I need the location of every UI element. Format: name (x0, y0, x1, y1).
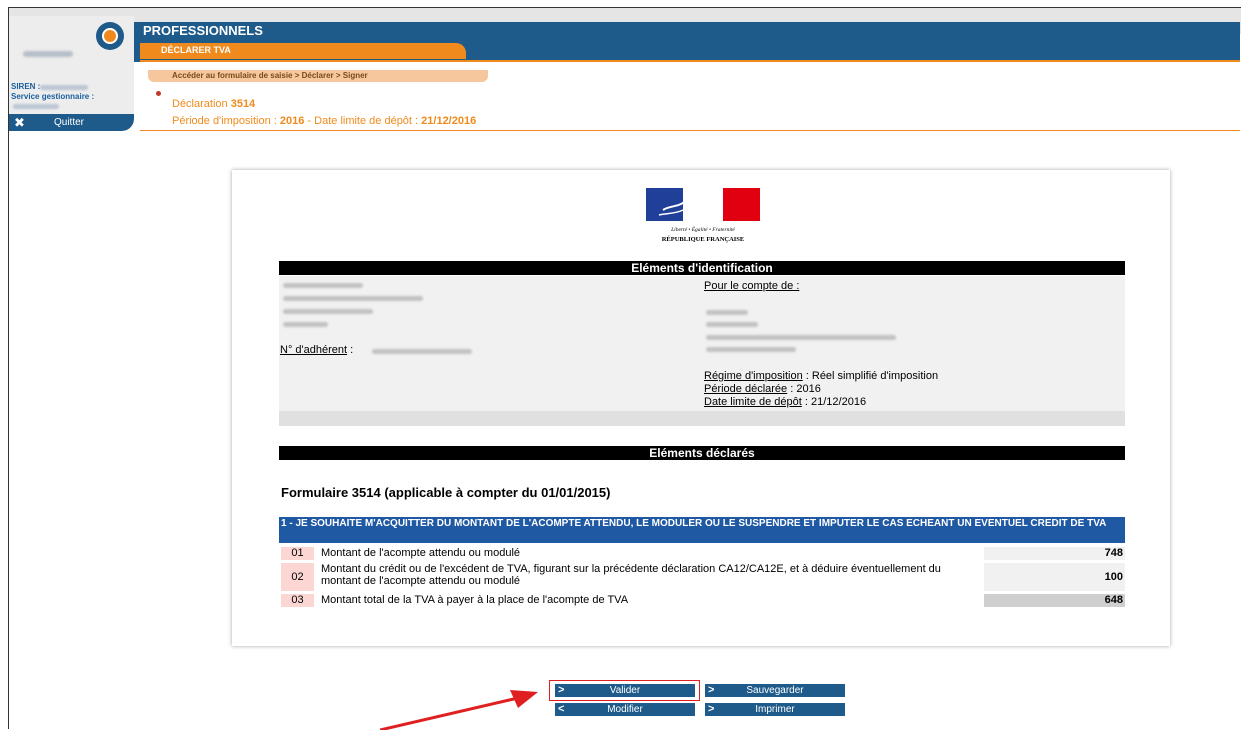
row-02-value: 100 (984, 563, 1125, 591)
row-03-label: Montant total de la TVA à payer à la pla… (321, 594, 629, 606)
republique-francaise-logo-icon: Liberté • Égalité • Fraternité RÉPUBLIQU… (646, 188, 760, 243)
taxpayer-city-redacted (283, 322, 328, 327)
declaration-title: Déclaration 3514 (172, 98, 256, 110)
service-label: Service gestionnaire : (11, 92, 95, 101)
sauvegarder-button[interactable]: > Sauvegarder (705, 684, 845, 697)
portal-logo-icon (96, 22, 124, 50)
app-title: PROFESSIONNELS (143, 23, 263, 38)
taxpayer-address-line1-redacted (283, 296, 423, 301)
regime-field: Régime d'imposition : Réel simplifié d'i… (704, 370, 939, 382)
svg-text:Liberté • Égalité • Fraternité: Liberté • Égalité • Fraternité (670, 225, 735, 233)
form-title: Formulaire 3514 (applicable à compter du… (281, 485, 611, 500)
user-name-redacted (23, 51, 73, 57)
breadcrumb-text: Accéder au formulaire de saisie > Déclar… (172, 71, 368, 80)
header-divider (140, 60, 1240, 62)
imprimer-button[interactable]: > Imprimer (705, 703, 845, 716)
quit-button[interactable]: ✖ Quitter (9, 114, 134, 131)
close-icon: ✖ (14, 115, 25, 130)
chevron-left-icon: < (558, 703, 565, 715)
modifier-button[interactable]: < Modifier (555, 703, 695, 716)
identification-header: Eléments d'identification (279, 261, 1125, 275)
chevron-right-icon: > (708, 684, 715, 696)
adherent-value-redacted (372, 349, 472, 354)
declaration-period: Période d'imposition : 2016 - Date limit… (172, 115, 477, 127)
row-02-number: 02 (281, 563, 314, 591)
row-01-value: 748 (984, 547, 1125, 560)
chevron-right-icon: > (558, 684, 565, 696)
identification-footer-strip (279, 411, 1125, 426)
account-line2-redacted (706, 322, 758, 327)
section-header: 1 - JE SOUHAITE M'ACQUITTER DU MONTANT D… (279, 517, 1125, 543)
account-for-label: Pour le compte de : (704, 280, 800, 292)
subheader-divider (140, 130, 1240, 131)
adherent-number: N° d'adhérent : (280, 344, 354, 356)
row-02-label: Montant du crédit ou de l'excédent de TV… (321, 563, 941, 587)
svg-text:RÉPUBLIQUE FRANÇAISE: RÉPUBLIQUE FRANÇAISE (662, 235, 745, 243)
row-03-value: 648 (984, 594, 1125, 607)
chevron-right-icon: > (708, 703, 715, 715)
valider-button[interactable]: > Valider (555, 684, 695, 697)
taxpayer-address-line2-redacted (283, 309, 373, 314)
account-name-redacted (706, 310, 748, 315)
siren-value-redacted (40, 85, 88, 90)
tab-declarer-tva-label[interactable]: DÉCLARER TVA (161, 45, 231, 55)
row-01-number: 01 (281, 547, 314, 560)
period-field: Période déclarée : 2016 (704, 383, 821, 395)
row-01-label: Montant de l'acompte attendu ou modulé (321, 547, 521, 559)
row-03-number: 03 (281, 594, 314, 607)
account-city-redacted (706, 347, 796, 352)
taxpayer-name-redacted (283, 283, 363, 288)
account-address-redacted (706, 335, 896, 340)
service-value-redacted (13, 104, 59, 109)
deadline-field: Date limite de dépôt : 21/12/2016 (704, 396, 867, 408)
annotation-arrow-icon (380, 690, 538, 730)
quit-label: Quitter (54, 117, 85, 128)
tab-bullet-icon (156, 91, 161, 96)
siren-label: SIREN : (11, 82, 41, 91)
declared-header: Eléments déclarés (279, 446, 1125, 460)
